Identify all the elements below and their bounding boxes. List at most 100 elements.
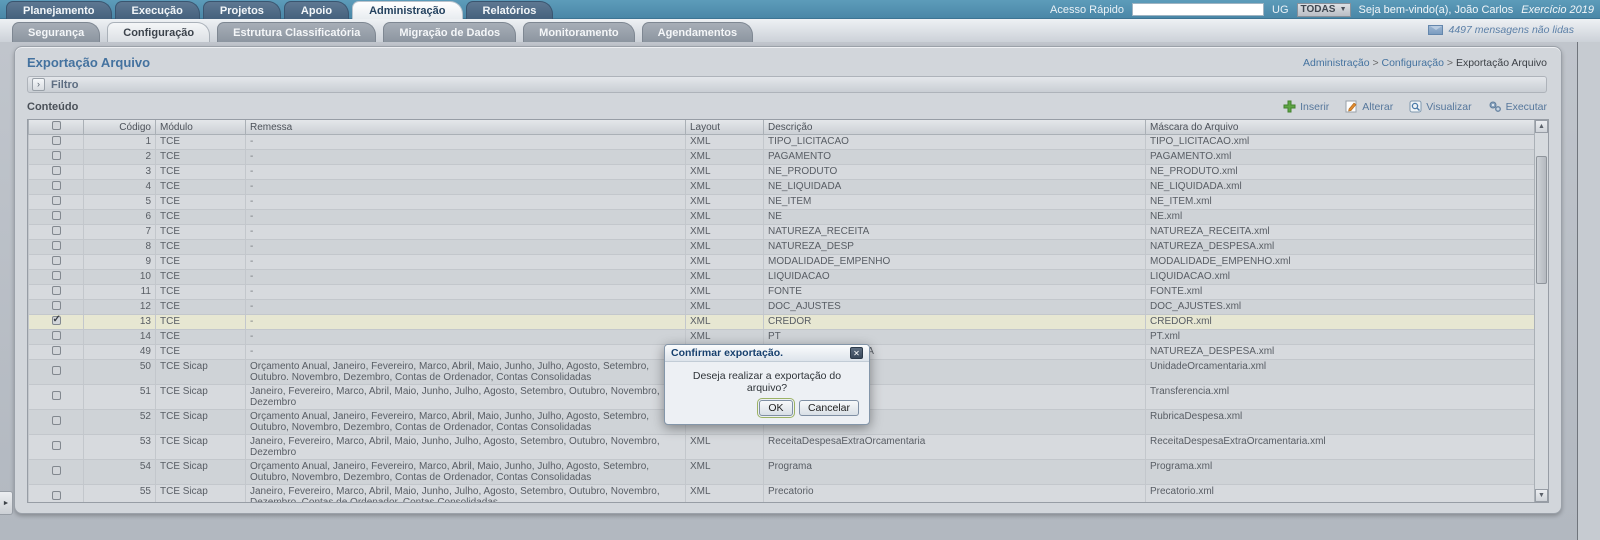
- ug-select[interactable]: TODAS ▼: [1297, 3, 1351, 17]
- table-row[interactable]: 3TCE-XMLNE_PRODUTONE_PRODUTO.xml: [29, 165, 1537, 180]
- tab-migracao-de-dados[interactable]: Migração de Dados: [383, 22, 516, 42]
- scroll-down-icon[interactable]: ▼: [1535, 489, 1548, 502]
- table-row[interactable]: 55TCE SicapJaneiro, Fevereiro, Marco, Ab…: [29, 485, 1537, 504]
- sidebar-expander[interactable]: ►: [0, 491, 13, 515]
- cell-layout: XML: [686, 165, 764, 180]
- cell-mascara: TIPO_LICITACAO.xml: [1146, 135, 1537, 150]
- row-checkbox[interactable]: [52, 286, 61, 295]
- table-row[interactable]: 12TCE-XMLDOC_AJUSTESDOC_AJUSTES.xml: [29, 300, 1537, 315]
- window-edge: [1577, 42, 1600, 540]
- view-button[interactable]: Visualizar: [1409, 100, 1471, 113]
- col-header-remessa[interactable]: Remessa: [246, 120, 686, 135]
- table-row[interactable]: 1TCE-XMLTIPO_LICITACAOTIPO_LICITACAO.xml: [29, 135, 1537, 150]
- row-checkbox[interactable]: [52, 416, 61, 425]
- close-icon[interactable]: ✕: [850, 347, 863, 359]
- col-header-codigo[interactable]: Código: [84, 120, 156, 135]
- cell-layout: XML: [686, 485, 764, 504]
- menu-tab-administracao[interactable]: Administração: [352, 1, 462, 19]
- col-header-mascara[interactable]: Máscara do Arquivo: [1146, 120, 1537, 135]
- cell-modulo: TCE Sicap: [156, 410, 246, 435]
- table-row[interactable]: 9TCE-XMLMODALIDADE_EMPENHOMODALIDADE_EMP…: [29, 255, 1537, 270]
- col-header-layout[interactable]: Layout: [686, 120, 764, 135]
- row-checkbox[interactable]: [52, 271, 61, 280]
- insert-button[interactable]: Inserir: [1283, 100, 1329, 113]
- row-checkbox[interactable]: [52, 241, 61, 250]
- table-row[interactable]: 6TCE-XMLNENE.xml: [29, 210, 1537, 225]
- row-checkbox[interactable]: [52, 211, 61, 220]
- table-row[interactable]: 13TCE-XMLCREDORCREDOR.xml: [29, 315, 1537, 330]
- table-row[interactable]: 2TCE-XMLPAGAMENTOPAGAMENTO.xml: [29, 150, 1537, 165]
- cell-codigo: 2: [84, 150, 156, 165]
- cell-remessa: -: [246, 345, 686, 360]
- row-checkbox[interactable]: [52, 466, 61, 475]
- col-header-modulo[interactable]: Módulo: [156, 120, 246, 135]
- menu-tab-planejamento[interactable]: Planejamento: [6, 1, 112, 19]
- menu-tab-projetos[interactable]: Projetos: [203, 1, 281, 19]
- table-row[interactable]: 5TCE-XMLNE_ITEMNE_ITEM.xml: [29, 195, 1537, 210]
- scroll-up-icon[interactable]: ▲: [1535, 120, 1548, 133]
- row-checkbox[interactable]: [52, 366, 61, 375]
- menu-tab-apoio[interactable]: Apoio: [284, 1, 349, 19]
- col-header-descricao[interactable]: Descrição: [764, 120, 1146, 135]
- cell-mascara: Programa.xml: [1146, 460, 1537, 485]
- tab-agendamentos[interactable]: Agendamentos: [642, 22, 753, 42]
- menu-tab-relatorios[interactable]: Relatórios: [466, 1, 554, 19]
- row-checkbox[interactable]: [52, 136, 61, 145]
- row-checkbox[interactable]: [52, 331, 61, 340]
- edit-button[interactable]: Alterar: [1345, 100, 1393, 113]
- row-checkbox[interactable]: [52, 441, 61, 450]
- cell-descricao: NATUREZA_DESP: [764, 240, 1146, 255]
- tab-monitoramento[interactable]: Monitoramento: [523, 22, 634, 42]
- row-checkbox[interactable]: [52, 151, 61, 160]
- cell-remessa: -: [246, 195, 686, 210]
- row-checkbox[interactable]: [52, 301, 61, 310]
- menu-tab-execucao[interactable]: Execução: [115, 1, 200, 19]
- cell-descricao: PT: [764, 330, 1146, 345]
- table-row[interactable]: 14TCE-XMLPTPT.xml: [29, 330, 1537, 345]
- cell-layout: XML: [686, 460, 764, 485]
- breadcrumb-item-configuracao[interactable]: Configuração: [1382, 57, 1444, 69]
- tab-configuracao[interactable]: Configuração: [107, 22, 210, 42]
- table-row[interactable]: 4TCE-XMLNE_LIQUIDADANE_LIQUIDADA.xml: [29, 180, 1537, 195]
- cancel-button[interactable]: Cancelar: [799, 400, 859, 416]
- table-row[interactable]: 8TCE-XMLNATUREZA_DESPNATUREZA_DESPESA.xm…: [29, 240, 1537, 255]
- execute-button[interactable]: Executar: [1488, 100, 1547, 113]
- quick-access-input[interactable]: [1132, 3, 1264, 16]
- row-checkbox[interactable]: [52, 226, 61, 235]
- row-checkbox[interactable]: [52, 491, 61, 500]
- scrollbar-thumb[interactable]: [1536, 156, 1547, 284]
- dialog-header[interactable]: Confirmar exportação. ✕: [665, 345, 869, 362]
- cell-codigo: 7: [84, 225, 156, 240]
- expand-filter-icon[interactable]: ›: [32, 78, 45, 91]
- filter-section-header[interactable]: › Filtro: [27, 76, 1547, 93]
- vertical-scrollbar[interactable]: ▲ ▼: [1534, 120, 1548, 502]
- table-row[interactable]: 7TCE-XMLNATUREZA_RECEITANATUREZA_RECEITA…: [29, 225, 1537, 240]
- row-checkbox[interactable]: [52, 181, 61, 190]
- row-checkbox[interactable]: [52, 166, 61, 175]
- breadcrumb-item-administracao[interactable]: Administração: [1303, 57, 1370, 69]
- tab-seguranca[interactable]: Segurança: [12, 22, 100, 42]
- cell-codigo: 54: [84, 460, 156, 485]
- cell-modulo: TCE: [156, 255, 246, 270]
- select-all-checkbox[interactable]: [52, 121, 61, 130]
- unread-messages[interactable]: 4497 mensagens não lidas: [1428, 24, 1574, 36]
- row-checkbox[interactable]: [52, 346, 61, 355]
- tab-estrutura-classificatoria[interactable]: Estrutura Classificatória: [217, 22, 376, 42]
- table-row[interactable]: 11TCE-XMLFONTEFONTE.xml: [29, 285, 1537, 300]
- cell-codigo: 50: [84, 360, 156, 385]
- row-checkbox[interactable]: [52, 256, 61, 265]
- top-menu-tabs: PlanejamentoExecuçãoProjetosApoioAdminis…: [6, 1, 553, 19]
- table-row[interactable]: 54TCE SicapOrçamento Anual, Janeiro, Fev…: [29, 460, 1537, 485]
- cell-remessa: -: [246, 225, 686, 240]
- cell-layout: XML: [686, 180, 764, 195]
- row-checkbox[interactable]: [52, 196, 61, 205]
- execute-button-label: Executar: [1506, 101, 1547, 113]
- row-checkbox[interactable]: [52, 316, 61, 325]
- filter-label: Filtro: [51, 79, 79, 91]
- ok-button[interactable]: OK: [759, 400, 793, 416]
- cell-layout: XML: [686, 330, 764, 345]
- table-row[interactable]: 53TCE SicapJaneiro, Fevereiro, Marco, Ab…: [29, 435, 1537, 460]
- row-checkbox[interactable]: [52, 391, 61, 400]
- cell-codigo: 1: [84, 135, 156, 150]
- table-row[interactable]: 10TCE-XMLLIQUIDACAOLIQUIDACAO.xml: [29, 270, 1537, 285]
